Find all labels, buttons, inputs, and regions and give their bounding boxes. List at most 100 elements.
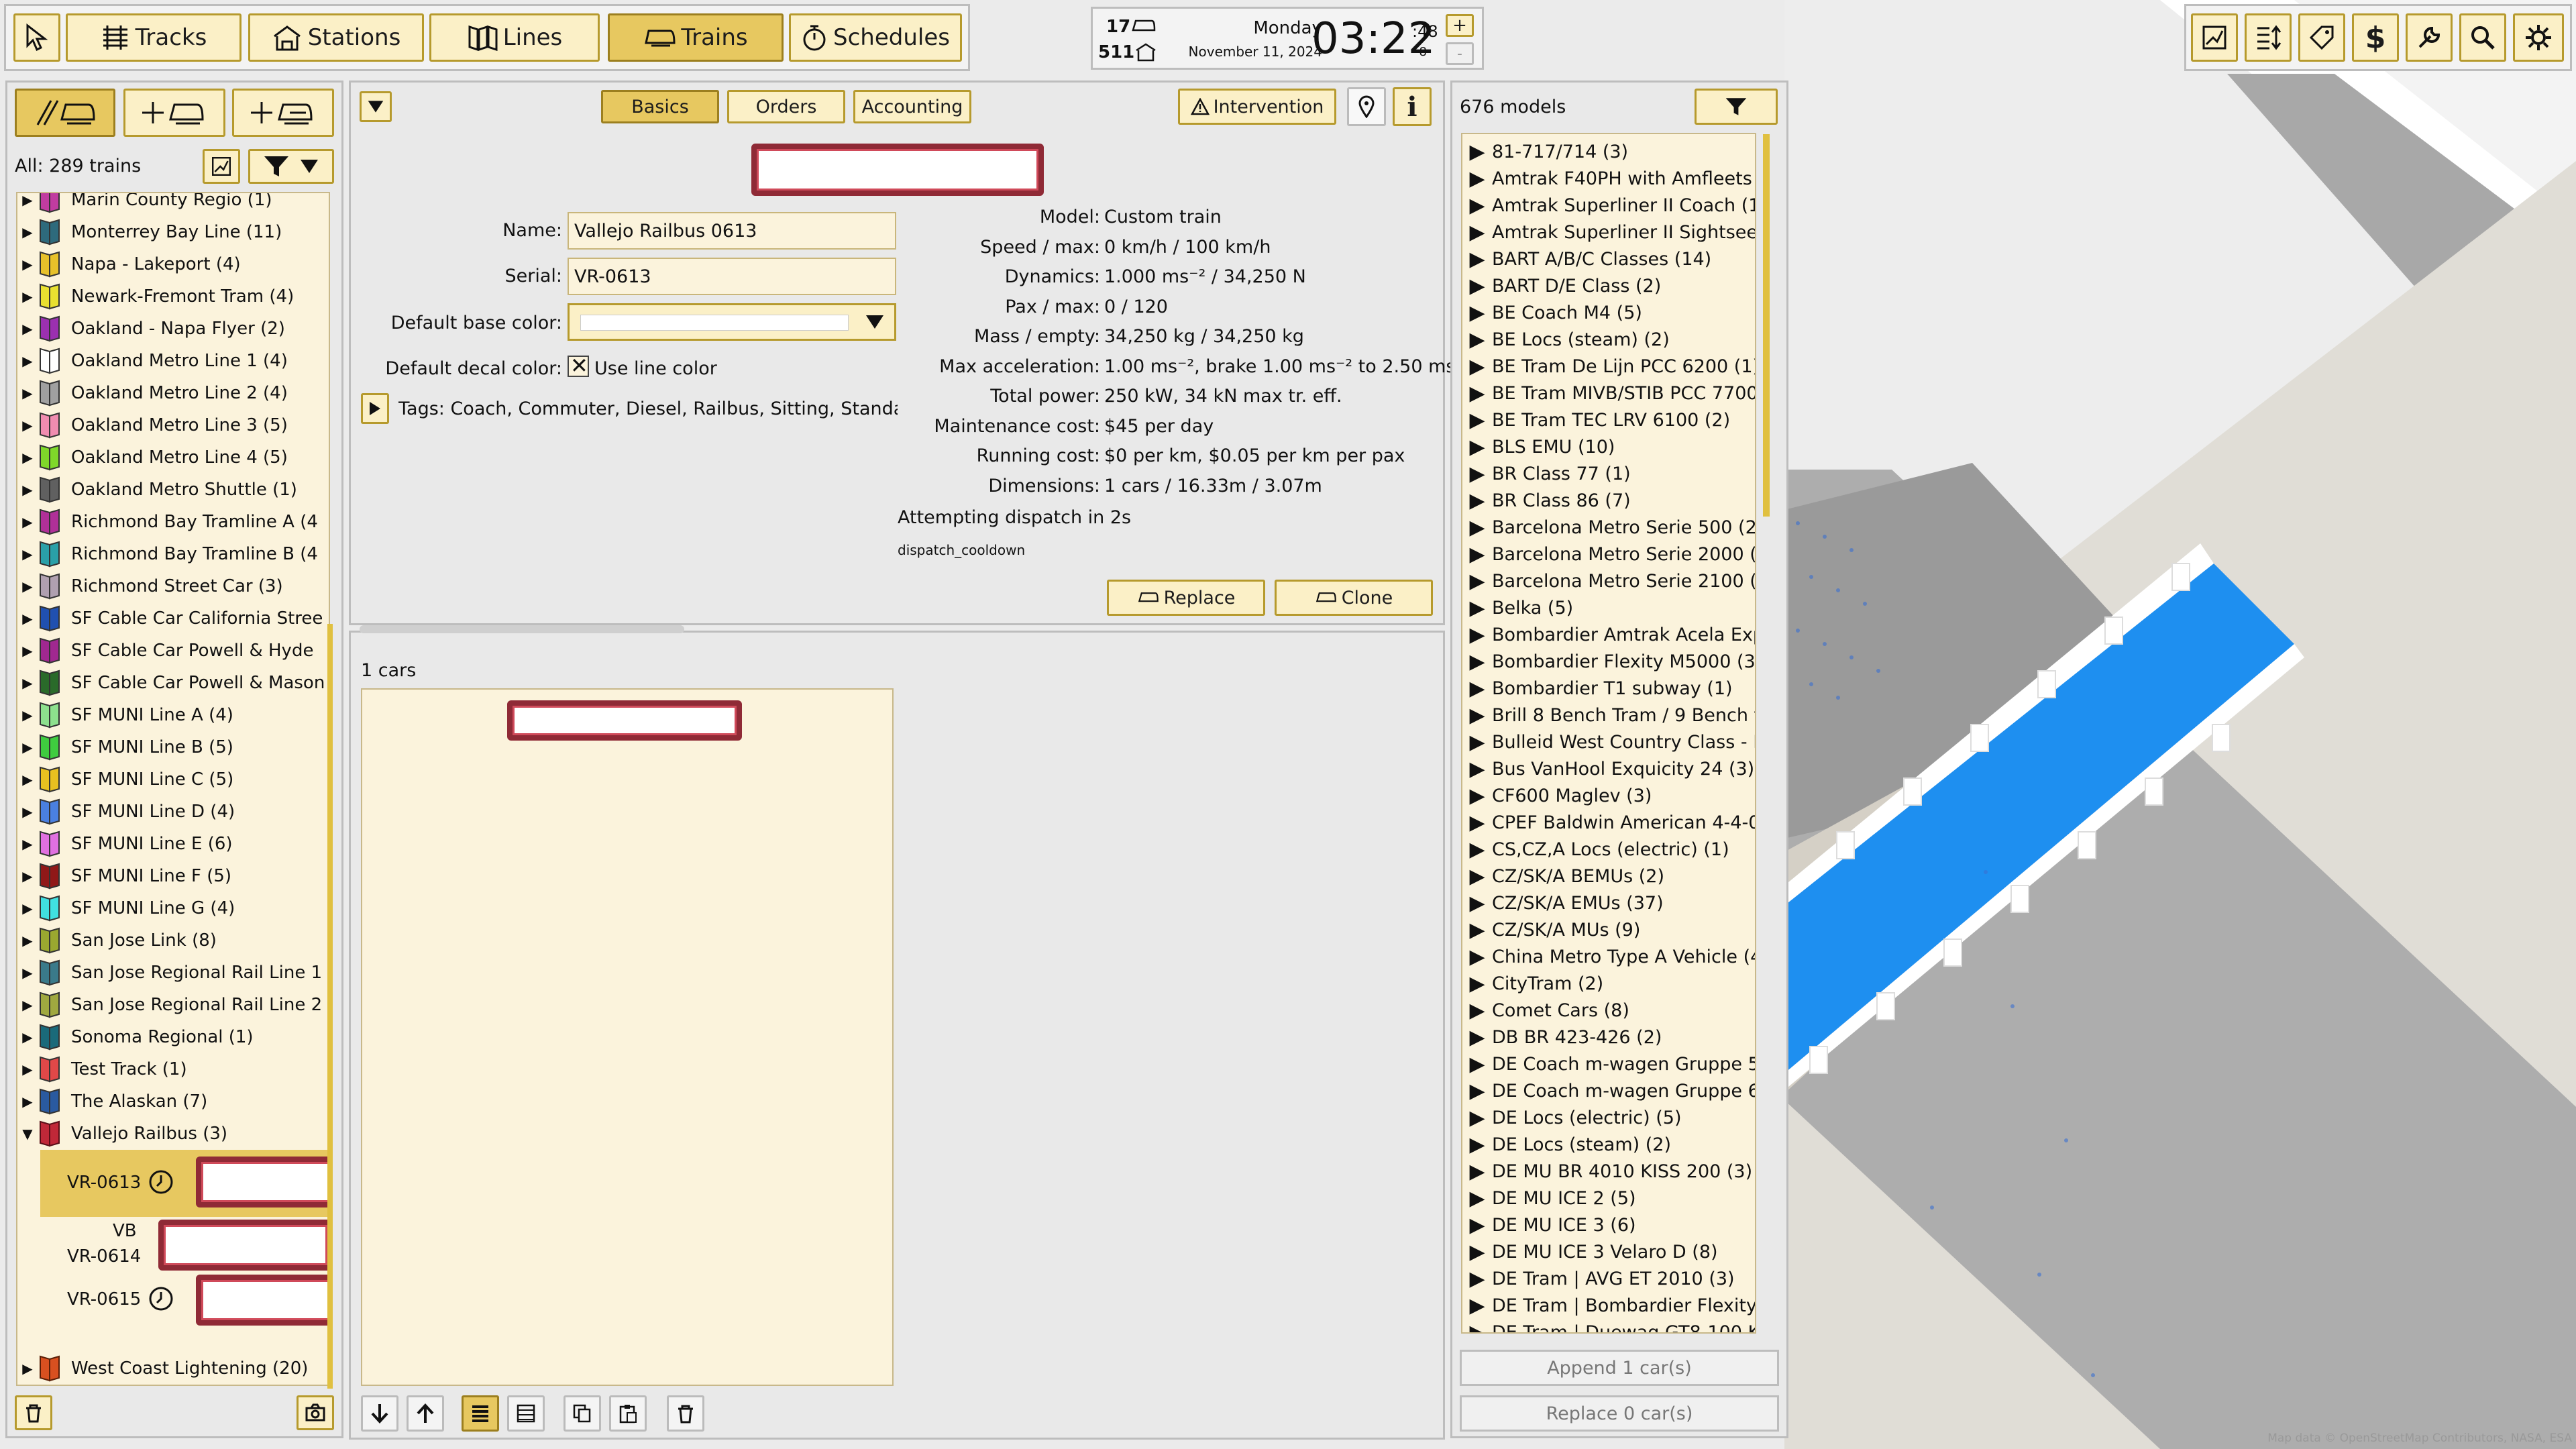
- models-scrollbar-thumb[interactable]: [1763, 134, 1770, 517]
- list-item[interactable]: ▶ SF MUNI Line G (4): [17, 894, 235, 923]
- list-item[interactable]: ▶ San Jose Regional Rail Line 2: [17, 990, 322, 1020]
- clone-button[interactable]: Clone: [1275, 580, 1433, 616]
- car-item[interactable]: [507, 700, 742, 741]
- move-up-button[interactable]: [407, 1395, 444, 1432]
- model-item[interactable]: ▶ DE MU ICE 3 Velaro D (8): [1462, 1238, 1717, 1265]
- list-item[interactable]: ▶ Oakland Metro Line 1 (4): [17, 346, 288, 376]
- model-item[interactable]: ▶ BE Tram TEC LRV 6100 (2): [1462, 407, 1730, 433]
- train-list[interactable]: ▶ Marin County Regio (1) ▶ Monterrey Bay Li…: [16, 192, 330, 1386]
- model-item[interactable]: ▶ DE MU ICE 2 (5): [1462, 1185, 1635, 1212]
- add-train-button[interactable]: [123, 89, 225, 137]
- copy-button[interactable]: [564, 1395, 601, 1432]
- list-item[interactable]: ▶ SF MUNI Line A (4): [17, 700, 233, 730]
- model-item[interactable]: ▶ Amtrak Superliner II Coach (1): [1462, 192, 1755, 219]
- list-item[interactable]: ▶ Sonoma Regional (1): [17, 1022, 254, 1052]
- list-item[interactable]: ▶ SF Cable Car California Stree: [17, 604, 323, 633]
- delete-car-button[interactable]: [667, 1395, 704, 1432]
- tab-accounting[interactable]: Accounting: [853, 90, 971, 123]
- model-item[interactable]: ▶ 81-717/714 (3): [1462, 138, 1628, 165]
- model-item[interactable]: ▶ CityTram (2): [1462, 970, 1603, 997]
- list-item[interactable]: ▶ Oakland - Napa Flyer (2): [17, 314, 285, 343]
- model-item[interactable]: ▶ BE Coach M4 (5): [1462, 299, 1642, 326]
- model-item[interactable]: ▶ CF600 Maglev (3): [1462, 782, 1652, 809]
- model-item[interactable]: ▶ BR Class 86 (7): [1462, 487, 1630, 514]
- model-item[interactable]: ▶ Barcelona Metro Serie 500 (2): [1462, 514, 1755, 541]
- model-item[interactable]: ▶ DE Coach m-wagen Gruppe 61 (: [1462, 1077, 1755, 1104]
- model-item[interactable]: ▶ Bombardier Amtrak Acela Expre: [1462, 621, 1755, 648]
- tab-schedules[interactable]: Schedules: [789, 13, 962, 62]
- list-item[interactable]: ▶ SF MUNI Line F (5): [17, 861, 231, 891]
- append-cars-button[interactable]: Append 1 car(s): [1460, 1350, 1779, 1386]
- list-item[interactable]: ▶ Richmond Bay Tramline A (4: [17, 507, 318, 537]
- slow-down-button[interactable]: -: [1446, 42, 1474, 65]
- use-line-color-checkbox[interactable]: ✕: [568, 353, 589, 378]
- list-item[interactable]: ▶ Marin County Regio (1): [17, 193, 272, 215]
- scrollbar-thumb[interactable]: [327, 624, 333, 1389]
- list-item[interactable]: ▶ SF Cable Car Powell & Mason: [17, 668, 325, 698]
- model-item[interactable]: ▶ Amtrak Superliner II Sightseer L: [1462, 219, 1755, 246]
- model-item[interactable]: ▶ BR Class 77 (1): [1462, 460, 1630, 487]
- map-button[interactable]: [2191, 13, 2238, 62]
- list-item[interactable]: ▶ SF MUNI Line E (6): [17, 829, 233, 859]
- cars-canvas[interactable]: [361, 688, 894, 1386]
- model-item[interactable]: ▶ Bombardier T1 subway (1): [1462, 675, 1732, 702]
- tab-stations[interactable]: Stations: [248, 13, 424, 62]
- model-item[interactable]: ▶ DE Coach m-wagen Gruppe 53 (: [1462, 1051, 1755, 1077]
- list-item[interactable]: ▶ West Coast Lightening (20): [17, 1354, 308, 1383]
- model-item[interactable]: ▶ CZ/SK/A EMUs (37): [1462, 890, 1663, 916]
- move-down-button[interactable]: [361, 1395, 398, 1432]
- list-item[interactable]: ▶ Richmond Street Car (3): [17, 572, 283, 601]
- tools-button[interactable]: [2406, 13, 2453, 62]
- detail-view-button[interactable]: [507, 1395, 545, 1432]
- model-item[interactable]: ▶ DE Locs (electric) (5): [1462, 1104, 1681, 1131]
- list-item[interactable]: ▶ Oakland Metro Line 4 (5): [17, 443, 288, 472]
- model-item[interactable]: ▶ Belka (5): [1462, 594, 1573, 621]
- list-item[interactable]: ▶ SF MUNI Line C (5): [17, 765, 233, 794]
- paste-button[interactable]: [609, 1395, 647, 1432]
- model-item[interactable]: ▶ BE Locs (steam) (2): [1462, 326, 1669, 353]
- train-row[interactable]: VR-0615: [40, 1275, 329, 1326]
- locate-train-button[interactable]: [1347, 87, 1386, 126]
- model-item[interactable]: ▶ Brill 8 Bench Tram / 9 Bench tra: [1462, 702, 1755, 729]
- filter-dropdown-button[interactable]: [248, 149, 334, 184]
- model-item[interactable]: ▶ DE MU ICE 3 (6): [1462, 1212, 1635, 1238]
- model-item[interactable]: ▶ DE MU BR 4010 KISS 200 (3): [1462, 1158, 1752, 1185]
- model-item[interactable]: ▶ CZ/SK/A BEMUs (2): [1462, 863, 1664, 890]
- delete-train-button[interactable]: [15, 1395, 52, 1430]
- serial-input[interactable]: VR-0613: [568, 258, 896, 295]
- train-list-mode-button[interactable]: [15, 89, 115, 137]
- list-item[interactable]: ▶ San Jose Link (8): [17, 926, 217, 955]
- model-item[interactable]: ▶ DE Tram | Duewag GT8-100 Kar: [1462, 1319, 1755, 1333]
- list-item[interactable]: ▶ Oakland Metro Line 3 (5): [17, 411, 288, 440]
- model-item[interactable]: ▶ DE Locs (steam) (2): [1462, 1131, 1671, 1158]
- model-item[interactable]: ▶ DE Tram | AVG ET 2010 (3): [1462, 1265, 1734, 1292]
- model-item[interactable]: ▶ Comet Cars (8): [1462, 997, 1629, 1024]
- list-item[interactable]: ▶ SF Cable Car Powell & Hyde: [17, 636, 313, 665]
- search-button[interactable]: [2459, 13, 2506, 62]
- list-item[interactable]: ▶ Test Track (1): [17, 1055, 187, 1084]
- list-item[interactable]: ▶ Richmond Bay Tramline B (4: [17, 539, 318, 569]
- model-item[interactable]: ▶ CS,CZ,A Locs (electric) (1): [1462, 836, 1729, 863]
- tab-tracks[interactable]: Tracks: [66, 13, 241, 62]
- map-filter-button[interactable]: [203, 149, 240, 184]
- train-row[interactable]: VB VR-0614: [40, 1220, 329, 1271]
- list-item[interactable]: ▶ Oakland Metro Line 2 (4): [17, 378, 288, 408]
- model-item[interactable]: ▶ Barcelona Metro Serie 2000 (5): [1462, 541, 1755, 568]
- tab-trains[interactable]: Trains: [608, 13, 784, 62]
- model-item[interactable]: ▶ China Metro Type A Vehicle (4): [1462, 943, 1755, 970]
- base-color-dropdown[interactable]: [568, 303, 896, 341]
- sort-button[interactable]: [2245, 13, 2292, 62]
- tag-button[interactable]: [2298, 13, 2345, 62]
- model-item[interactable]: ▶ BE Tram MIVB/STIB PCC 7700 (2: [1462, 380, 1755, 407]
- model-item[interactable]: ▶ Amtrak F40PH with Amfleets &: [1462, 165, 1755, 192]
- models-filter-button[interactable]: [1695, 89, 1778, 125]
- list-item[interactable]: ▶ Oakland Metro Shuttle (1): [17, 475, 297, 504]
- list-item[interactable]: ▶ SF MUNI Line D (4): [17, 797, 235, 826]
- list-item-expanded-line[interactable]: ▼ Vallejo Railbus (3): [17, 1119, 227, 1148]
- list-item[interactable]: ▶ San Jose Regional Rail Line 1: [17, 958, 322, 987]
- list-item[interactable]: ▶ The Alaskan (7): [17, 1087, 207, 1116]
- intervention-button[interactable]: Intervention: [1178, 89, 1336, 125]
- list-item[interactable]: ▶ Monterrey Bay Line (11): [17, 217, 282, 247]
- map-view[interactable]: Map data © OpenStreetMap Contributors, N…: [1784, 0, 2576, 1449]
- train-row-selected[interactable]: VR-0613: [40, 1150, 329, 1217]
